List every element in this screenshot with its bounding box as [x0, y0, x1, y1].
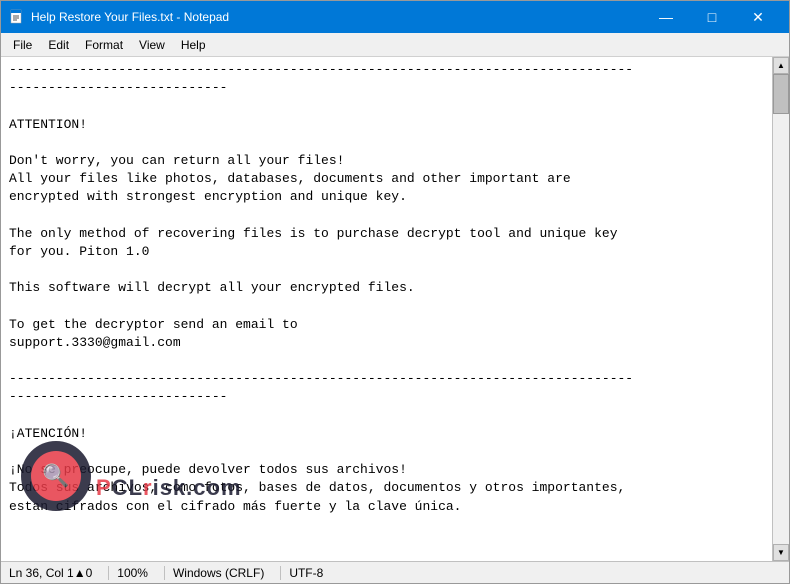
maximize-button[interactable]: □ [689, 1, 735, 33]
cursor-position: Ln 36, Col 1▲0 [5, 566, 109, 580]
line-ending: Windows (CRLF) [169, 566, 281, 580]
titlebar: Help Restore Your Files.txt - Notepad — … [1, 1, 789, 33]
scrollbar-thumb-area [773, 74, 789, 544]
window-controls: — □ ✕ [643, 1, 781, 33]
close-button[interactable]: ✕ [735, 1, 781, 33]
text-content[interactable]: ----------------------------------------… [1, 57, 772, 561]
scrollbar-thumb[interactable] [773, 74, 789, 114]
menu-help[interactable]: Help [173, 36, 214, 54]
app-icon [9, 9, 25, 25]
vertical-scrollbar[interactable]: ▲ ▼ [772, 57, 789, 561]
menu-view[interactable]: View [131, 36, 173, 54]
content-wrapper: ----------------------------------------… [1, 57, 789, 561]
scroll-up-button[interactable]: ▲ [773, 57, 789, 74]
menubar: File Edit Format View Help [1, 33, 789, 57]
notepad-window: Help Restore Your Files.txt - Notepad — … [0, 0, 790, 584]
scroll-down-button[interactable]: ▼ [773, 544, 789, 561]
minimize-button[interactable]: — [643, 1, 689, 33]
menu-edit[interactable]: Edit [40, 36, 77, 54]
zoom-level: 100% [113, 566, 165, 580]
menu-file[interactable]: File [5, 36, 40, 54]
encoding: UTF-8 [285, 566, 339, 580]
statusbar: Ln 36, Col 1▲0 100% Windows (CRLF) UTF-8 [1, 561, 789, 583]
menu-format[interactable]: Format [77, 36, 131, 54]
window-title: Help Restore Your Files.txt - Notepad [31, 10, 643, 24]
